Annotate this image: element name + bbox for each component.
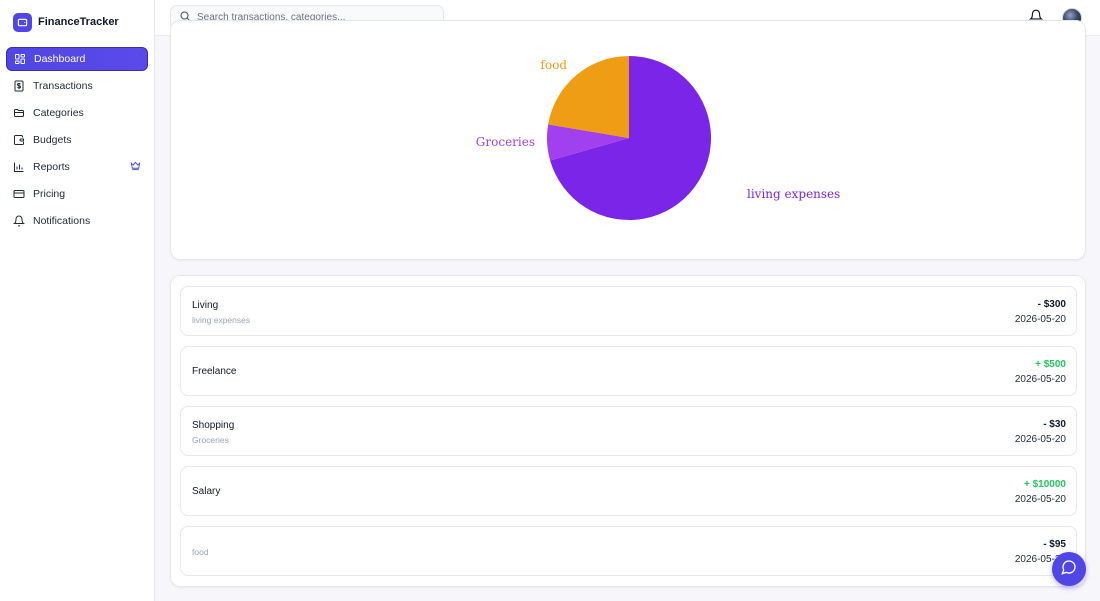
transaction-title: Salary xyxy=(192,486,221,497)
transaction-row[interactable]: Shopping Groceries - $30 2026-05-20 xyxy=(180,406,1077,456)
transaction-row[interactable]: Freelance + $500 2026-05-20 xyxy=(180,346,1077,396)
transaction-date: 2026-05-20 xyxy=(1014,314,1066,325)
sidebar: FinanceTracker Dashboard Transactions Ca… xyxy=(0,0,155,601)
transaction-amount: - $30 xyxy=(1043,419,1066,430)
pie-label: living expenses xyxy=(747,187,840,201)
transaction-date: 2026-05-20 xyxy=(1014,494,1066,505)
bar-chart-icon xyxy=(12,161,25,174)
sidebar-item-label: Reports xyxy=(33,161,70,173)
transaction-amount: + $500 xyxy=(1035,359,1066,370)
transaction-row[interactable]: Living living expenses - $300 2026-05-20 xyxy=(180,286,1077,336)
bell-icon xyxy=(12,215,25,228)
credit-card-icon xyxy=(12,188,25,201)
folder-icon xyxy=(12,107,25,120)
sidebar-item-reports[interactable]: Reports xyxy=(6,155,148,179)
transactions-list: Living living expenses - $300 2026-05-20… xyxy=(170,275,1086,587)
dashboard-icon xyxy=(13,53,26,66)
transaction-row[interactable]: food - $95 2026-05-20 xyxy=(180,526,1077,576)
chat-bubble-icon xyxy=(1061,559,1077,580)
sidebar-item-categories[interactable]: Categories xyxy=(6,101,148,125)
sidebar-item-label: Pricing xyxy=(33,188,66,200)
sidebar-item-label: Categories xyxy=(33,107,84,119)
pie-chart: living expenses Groceries food xyxy=(476,56,840,221)
pie-label: food xyxy=(540,58,567,72)
transaction-amount: + $10000 xyxy=(1024,479,1066,490)
transaction-title: Living xyxy=(192,300,219,311)
transaction-title: Shopping xyxy=(192,420,235,431)
sidebar-item-label: Budgets xyxy=(33,134,72,146)
expense-pie-chart-card: living expenses Groceries food xyxy=(170,20,1086,260)
sidebar-item-label: Notifications xyxy=(33,215,91,227)
chat-button[interactable] xyxy=(1052,552,1086,586)
sidebar-nav: Dashboard Transactions Categories Budget… xyxy=(0,44,154,239)
brand-name: FinanceTracker xyxy=(38,16,119,28)
transaction-amount: - $300 xyxy=(1037,299,1066,310)
transaction-category: Groceries xyxy=(192,435,229,445)
sidebar-item-transactions[interactable]: Transactions xyxy=(6,74,148,98)
sidebar-item-pricing[interactable]: Pricing xyxy=(6,182,148,206)
transaction-date: 2026-05-20 xyxy=(1014,374,1066,385)
sidebar-item-budgets[interactable]: Budgets xyxy=(6,128,148,152)
sidebar-item-label: Transactions xyxy=(33,80,93,92)
receipt-icon xyxy=(12,80,25,93)
sidebar-item-notifications[interactable]: Notifications xyxy=(6,209,148,233)
sidebar-item-label: Dashboard xyxy=(34,53,86,65)
transaction-category: living expenses xyxy=(192,315,251,325)
transaction-date: 2026-05-20 xyxy=(1014,434,1066,445)
brand[interactable]: FinanceTracker xyxy=(0,0,154,44)
transaction-title: Freelance xyxy=(192,366,237,377)
wallet-logo-icon xyxy=(13,12,32,32)
transaction-category: food xyxy=(192,547,209,557)
wallet-icon xyxy=(12,134,25,147)
sidebar-item-dashboard[interactable]: Dashboard xyxy=(6,47,148,71)
transaction-amount: - $95 xyxy=(1043,539,1066,550)
pie-label: Groceries xyxy=(476,135,535,149)
crown-icon xyxy=(130,160,141,174)
transaction-row[interactable]: Salary + $10000 2026-05-20 xyxy=(180,466,1077,516)
